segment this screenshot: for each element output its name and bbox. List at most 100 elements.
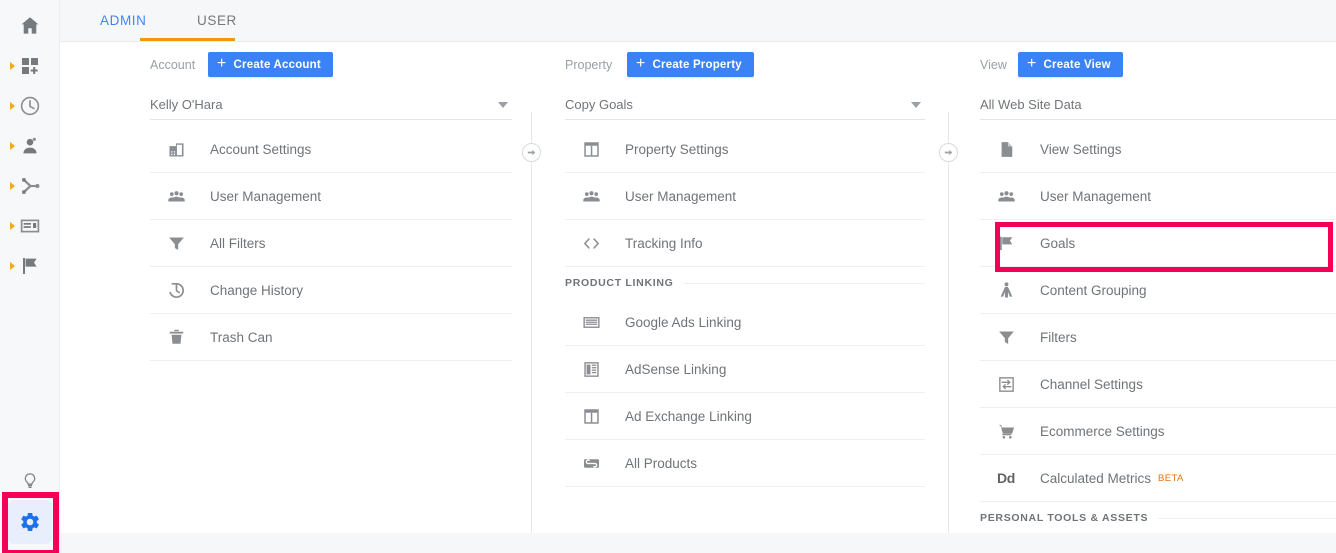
property-item-google-ads-linking[interactable]: Google Ads Linking [565,299,925,346]
account-item-change-history[interactable]: Change History [150,267,512,314]
view-item-label: View Settings [1040,141,1122,157]
tab-user-label: USER [197,13,237,28]
property-item-label: Ad Exchange Linking [625,408,752,424]
chevron-right-icon [10,62,15,70]
account-item-user-management[interactable]: User Management [150,173,512,220]
rail-item-customization[interactable] [0,46,60,86]
gear-icon [21,513,39,531]
rail-item-behavior[interactable] [0,206,60,246]
create-view-button[interactable]: + Create View [1018,52,1123,77]
view-selector[interactable]: All Web Site Data [980,90,1336,120]
property-item-all-products[interactable]: All Products [565,440,925,487]
rail-item-admin[interactable] [8,500,52,544]
customization-icon [22,58,38,74]
dd-icon: Dd [996,470,1016,486]
tab-admin[interactable]: ADMIN [100,0,147,41]
view-item-label: User Management [1040,188,1152,204]
plus-icon: + [636,54,646,72]
property-item-label: Property Settings [625,141,729,157]
account-item-label: Change History [210,282,304,298]
property-column: Property + Create Property Copy Goals Pr… [565,42,925,553]
trash-icon [164,325,188,349]
view-item-calculated-metrics[interactable]: Dd Calculated Metrics BETA [980,455,1336,502]
copy-to-property-button[interactable] [522,143,541,162]
account-item-label: User Management [210,188,322,204]
acquisition-icon [22,178,40,194]
view-nav-list: View Settings User Management Goals Cont… [980,126,1336,534]
left-nav-rail [0,0,60,553]
tab-user[interactable]: USER [197,0,237,41]
arrow-right-icon [527,149,536,156]
top-tab-bar: ADMIN USER [60,0,1336,41]
copy-to-view-button[interactable] [939,143,958,162]
property-selector[interactable]: Copy Goals [565,90,925,120]
view-item-channel-settings[interactable]: Channel Settings [980,361,1336,408]
view-label: View [980,58,1007,72]
analytics-admin-screen: ADMIN USER Account + Create Account Kell… [0,0,1336,553]
account-item-all-filters[interactable]: All Filters [150,220,512,267]
beta-badge: BETA [1158,472,1184,484]
account-column-header: Account + Create Account [150,42,512,90]
account-property-divider [531,112,532,553]
view-item-label: Filters [1040,329,1077,345]
rail-item-discover[interactable] [0,468,60,494]
create-account-button[interactable]: + Create Account [208,52,333,77]
personal-tools-section-header: PERSONAL TOOLS & ASSETS [980,502,1336,534]
behavior-icon [20,219,40,233]
flag-icon [23,258,37,274]
product-linking-section-header: PRODUCT LINKING [565,267,925,299]
rail-item-realtime[interactable] [0,86,60,126]
people-icon [994,184,1018,208]
channel-icon [994,372,1018,396]
account-nav-list: Account Settings User Management All Fil… [150,126,512,361]
plus-icon: + [1027,54,1037,72]
create-property-label: Create Property [652,58,742,71]
account-selector[interactable]: Kelly O'Hara [150,90,512,120]
view-item-ecommerce-settings[interactable]: Ecommerce Settings [980,408,1336,455]
view-item-content-grouping[interactable]: Content Grouping [980,267,1336,314]
property-item-label: Google Ads Linking [625,314,742,330]
arrow-right-icon [944,149,953,156]
property-item-ad-exchange-linking[interactable]: Ad Exchange Linking [565,393,925,440]
view-item-view-settings[interactable]: View Settings [980,126,1336,173]
account-item-trash-can[interactable]: Trash Can [150,314,512,361]
property-item-user-management[interactable]: User Management [565,173,925,220]
history-icon [164,278,188,302]
rail-item-home[interactable] [0,6,60,46]
adsense-icon [579,357,603,381]
create-view-label: Create View [1043,58,1111,71]
chevron-right-icon [10,262,15,270]
view-item-goals[interactable]: Goals [980,220,1336,267]
view-item-label: Content Grouping [1040,282,1147,298]
people-icon [579,184,603,208]
account-item-label: Account Settings [210,141,312,157]
rail-item-audience[interactable] [0,126,60,166]
building-icon [164,137,188,161]
property-item-adsense-linking[interactable]: AdSense Linking [565,346,925,393]
view-item-label: Ecommerce Settings [1040,423,1165,439]
chevron-right-icon [10,182,15,190]
property-label: Property [565,58,613,72]
view-item-filters[interactable]: Filters [980,314,1336,361]
rail-item-acquisition[interactable] [0,166,60,206]
chevron-down-icon [498,102,508,108]
property-item-tracking-info[interactable]: Tracking Info [565,220,925,267]
property-column-header: Property + Create Property [565,42,925,90]
rail-item-conversions[interactable] [0,246,60,286]
personal-tools-label: PERSONAL TOOLS & ASSETS [980,512,1149,524]
footer-strip [60,533,1336,553]
view-item-user-management[interactable]: User Management [980,173,1336,220]
funnel-icon [994,325,1018,349]
section-rule [683,282,925,284]
create-property-button[interactable]: + Create Property [627,52,754,77]
property-item-property-settings[interactable]: Property Settings [565,126,925,173]
account-column: Account + Create Account Kelly O'Hara Ac… [150,42,512,361]
home-icon [21,17,39,34]
account-label: Account [150,58,196,72]
chevron-right-icon [10,222,15,230]
section-rule [1158,517,1336,519]
chevron-right-icon [10,102,15,110]
product-linking-label: PRODUCT LINKING [565,277,674,289]
view-item-label: Calculated Metrics [1040,470,1152,486]
account-item-account-settings[interactable]: Account Settings [150,126,512,173]
